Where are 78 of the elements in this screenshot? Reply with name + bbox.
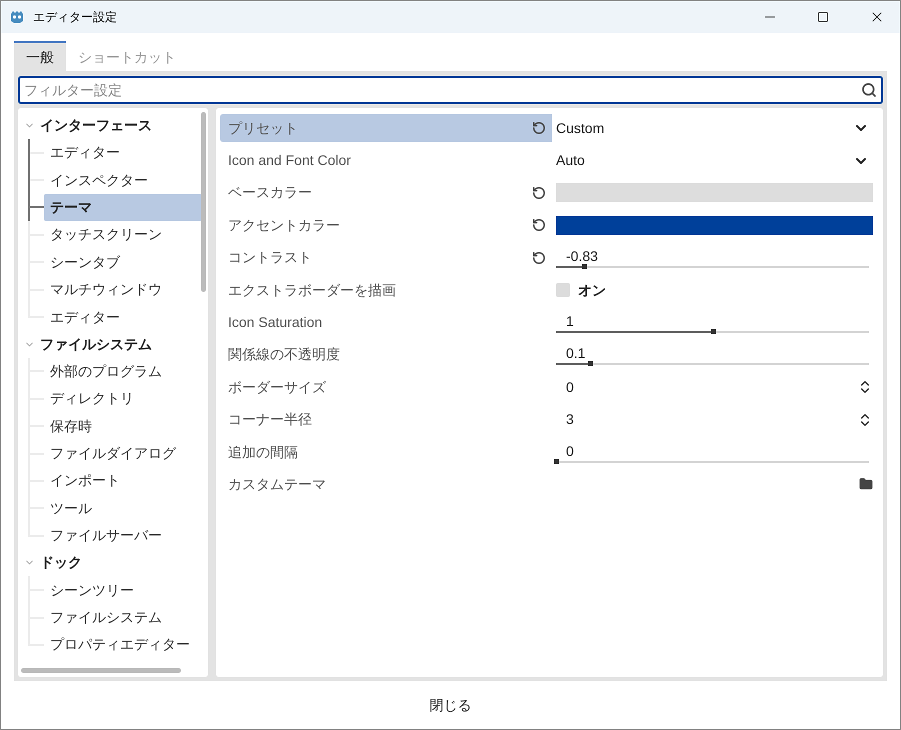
- window-title: エディター設定: [33, 9, 118, 26]
- tree-item[interactable]: ディレクトリ: [44, 385, 202, 412]
- tree-item[interactable]: ファイルシステム: [44, 604, 202, 632]
- robot-logo-icon: [9, 9, 25, 25]
- setting-row-label[interactable]: 関係線の不透明度: [220, 340, 552, 369]
- slider-thumb[interactable]: [554, 458, 559, 464]
- checkbox[interactable]: [556, 283, 570, 298]
- slider-track[interactable]: [556, 266, 869, 268]
- reset-icon[interactable]: [532, 121, 546, 136]
- setting-label: カスタムテーマ: [228, 474, 326, 494]
- setting-label: エクストラボーダーを描画: [228, 280, 396, 300]
- setting-label: プリセット: [228, 118, 298, 138]
- slider-thumb[interactable]: [588, 361, 594, 366]
- setting-label: Icon and Font Color: [228, 151, 351, 170]
- reset-icon[interactable]: [532, 218, 546, 232]
- slider-value: 0: [565, 442, 575, 460]
- slider-value: 1: [565, 312, 575, 330]
- tree-item[interactable]: インポート: [44, 467, 202, 494]
- dropdown[interactable]: Custom: [556, 118, 873, 139]
- setting-row-label[interactable]: コントラスト: [220, 244, 552, 272]
- tab[interactable]: 一般: [14, 41, 66, 71]
- tree-category[interactable]: ファイルシステム: [40, 334, 152, 355]
- tree-item[interactable]: インスペクター: [44, 166, 202, 194]
- setting-label: コーナー半径: [228, 410, 312, 430]
- tree-item[interactable]: マルチウィンドウ: [44, 276, 202, 304]
- setting-label: 追加の間隔: [228, 442, 298, 462]
- setting-row-label[interactable]: カスタムテーマ: [220, 470, 552, 498]
- tree-item[interactable]: ツール: [44, 494, 202, 522]
- tree-item[interactable]: エディター: [44, 139, 202, 166]
- setting-row-label[interactable]: ベースカラー: [220, 178, 552, 207]
- search-icon[interactable]: [861, 82, 877, 98]
- vertical-scrollbar[interactable]: [201, 112, 206, 292]
- setting-label: ボーダーサイズ: [228, 378, 326, 397]
- slider-track[interactable]: [556, 331, 869, 334]
- tree-item[interactable]: タッチスクリーン: [44, 221, 202, 248]
- tree-category[interactable]: インターフェース: [40, 115, 152, 136]
- tree-item[interactable]: エディター: [44, 304, 202, 331]
- setting-row-label[interactable]: エクストラボーダーを描画: [220, 276, 552, 304]
- reset-icon[interactable]: [532, 186, 546, 200]
- setting-row-label[interactable]: プリセット: [220, 114, 552, 142]
- slider-thumb[interactable]: [582, 264, 588, 270]
- checkbox-label: オン: [578, 280, 606, 300]
- tree-item[interactable]: ファイルサーバー: [44, 522, 202, 550]
- slider-value: -0.83: [565, 247, 599, 266]
- color-swatch[interactable]: [556, 183, 873, 202]
- setting-row-label[interactable]: コーナー半径: [220, 406, 552, 434]
- slider-track[interactable]: [556, 460, 869, 463]
- setting-row-label[interactable]: 追加の間隔: [220, 438, 552, 466]
- color-swatch[interactable]: [556, 216, 873, 235]
- setting-row-label[interactable]: Icon and Font Color: [220, 146, 552, 175]
- setting-row-label[interactable]: Icon Saturation: [220, 308, 552, 337]
- setting-label: 関係線の不透明度: [228, 345, 340, 364]
- slider-value: 0.1: [565, 344, 586, 362]
- number-field[interactable]: 0: [556, 376, 873, 398]
- dropdown[interactable]: Auto: [556, 150, 873, 172]
- setting-label: コントラスト: [228, 248, 312, 268]
- tree-item[interactable]: シーンタブ: [44, 248, 202, 276]
- close-button[interactable]: 閉じる: [414, 690, 488, 720]
- folder-icon[interactable]: [859, 477, 873, 492]
- reset-icon[interactable]: [532, 250, 546, 265]
- setting-row-label[interactable]: アクセントカラー: [220, 211, 552, 240]
- setting-label: ベースカラー: [228, 183, 312, 202]
- maximize-icon[interactable]: [817, 11, 829, 23]
- slider-thumb[interactable]: [710, 329, 716, 334]
- slider-track[interactable]: [556, 363, 869, 366]
- setting-label: Icon Saturation: [228, 313, 322, 332]
- horizontal-scrollbar[interactable]: [21, 668, 181, 673]
- tree-category[interactable]: ドック: [40, 552, 82, 574]
- number-field[interactable]: 3: [556, 409, 873, 430]
- tree-item[interactable]: シーンツリー: [44, 576, 202, 604]
- tree-item[interactable]: 外部のプログラム: [44, 358, 202, 385]
- setting-label: アクセントカラー: [228, 216, 340, 235]
- tree-item[interactable]: プロパティエディター: [44, 631, 202, 658]
- tree-item[interactable]: ファイルダイアログ: [44, 440, 202, 468]
- setting-row-label[interactable]: ボーダーサイズ: [220, 373, 552, 402]
- tree-item[interactable]: 保存時: [44, 412, 202, 440]
- tree-item[interactable]: テーマ: [44, 194, 202, 221]
- filter-field[interactable]: フィルター設定: [18, 76, 883, 104]
